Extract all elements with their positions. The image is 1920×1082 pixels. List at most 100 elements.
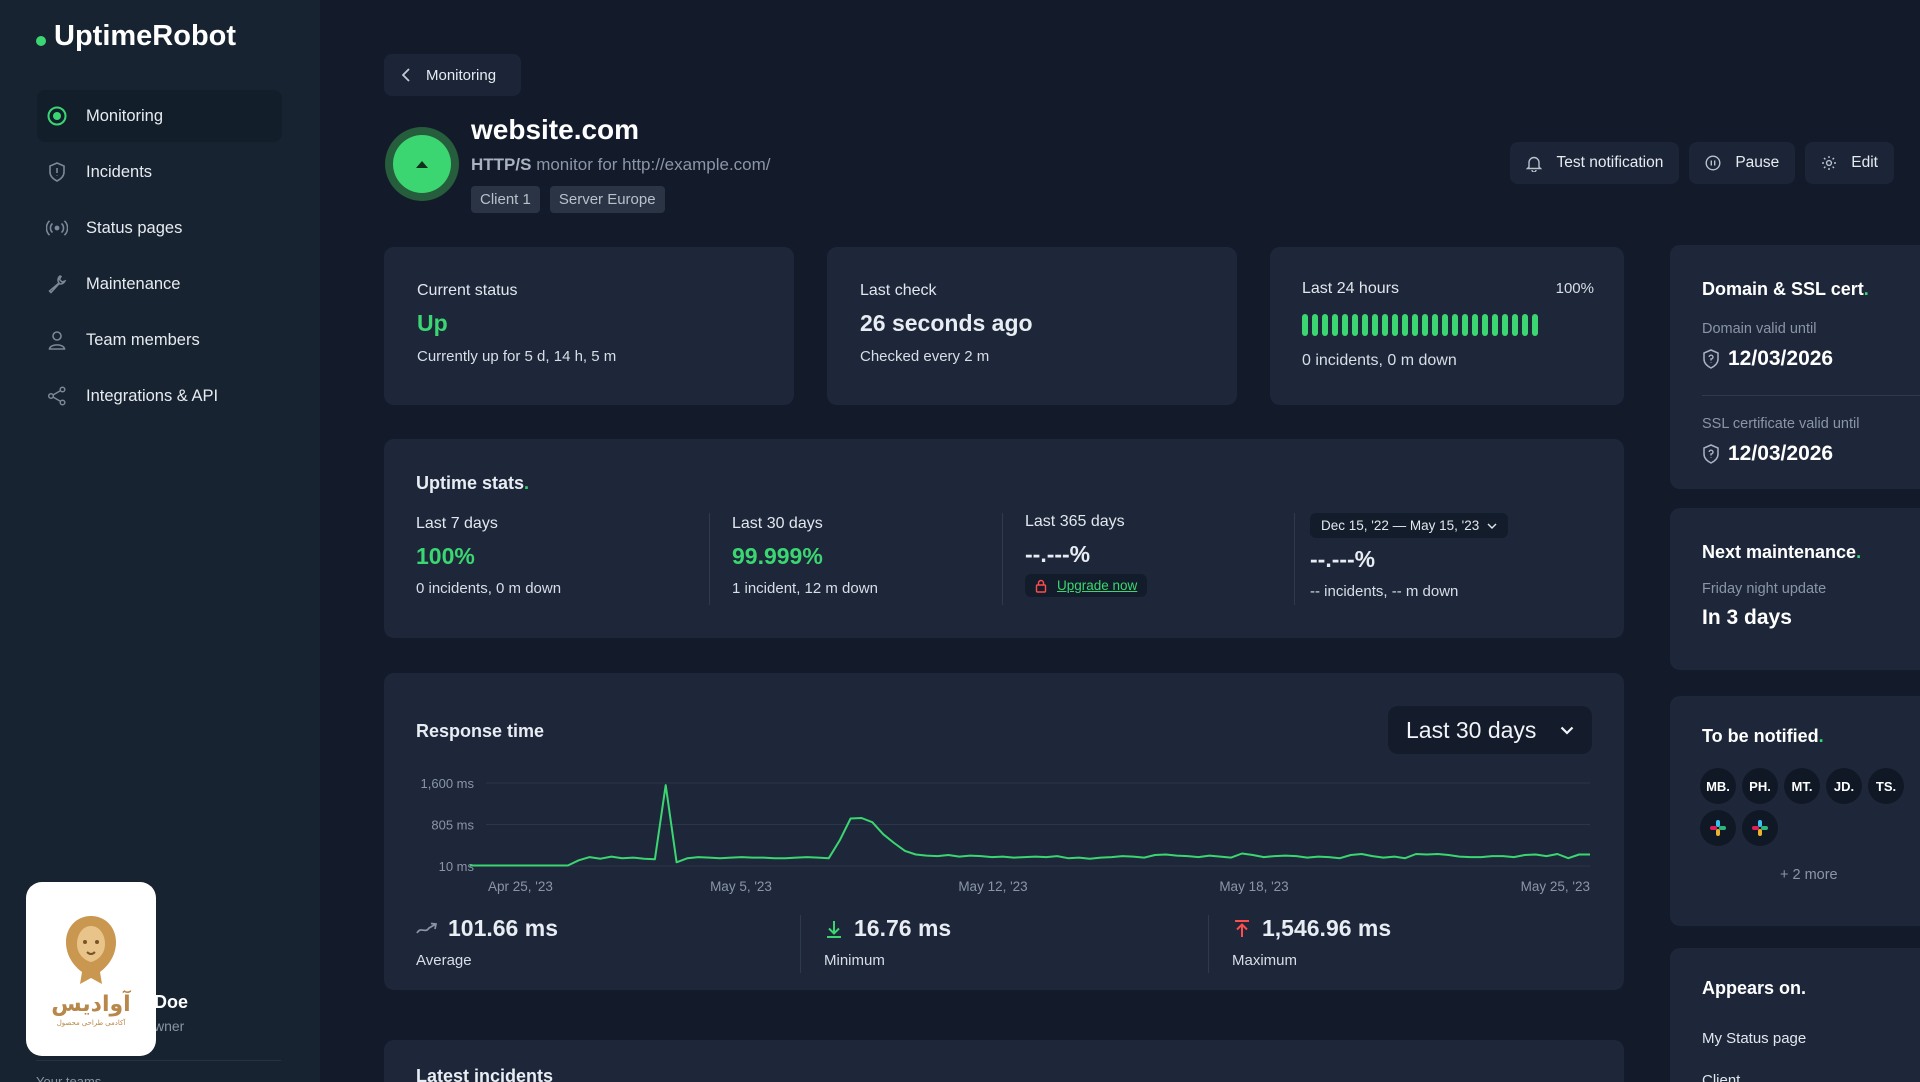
pause-label: Pause [1735,154,1780,171]
pause-icon [1705,155,1721,171]
stat-label: Last 30 days [732,515,823,532]
stat-value: --.---% [1310,546,1376,572]
to-be-notified-title: To be notified. [1702,726,1824,747]
chevron-left-icon [402,68,410,82]
response-time-line [470,784,1590,867]
y-tick-label: 10 ms [439,859,475,874]
uptime-bar[interactable] [1412,314,1418,336]
upgrade-now-link[interactable]: Upgrade now [1025,574,1148,597]
chevron-down-icon [1487,523,1497,529]
average-label: Average [416,952,472,969]
watermark-tagline: آکادمی طراحی محصول [56,1019,126,1027]
average-value: 101.66 ms [448,915,558,941]
stat-divider [800,915,801,973]
user-icon [46,329,68,351]
arrow-up-icon [416,161,428,168]
date-range-dropdown[interactable]: Dec 15, '22 — May 15, '23 [1310,513,1509,538]
sidebar-item-label: Maintenance [86,274,181,293]
uptime-bar[interactable] [1442,314,1448,336]
minimum-label: Minimum [824,952,885,969]
uptime-bar[interactable] [1492,314,1498,336]
sidebar-item-status-pages[interactable]: Status pages [37,202,282,254]
uptime-bar[interactable] [1372,314,1378,336]
broadcast-icon [46,217,68,239]
back-button[interactable]: Monitoring [384,54,521,96]
sidebar-item-label: Team members [86,330,200,349]
current-status-value: Up [417,310,448,336]
pause-button[interactable]: Pause [1689,142,1796,184]
status-page-link[interactable]: Client [1702,1072,1740,1082]
last-24-percent: 100% [1555,280,1594,297]
avatar[interactable]: TS. [1868,768,1904,804]
arrow-down-icon [827,920,841,938]
sidebar-item-integrations[interactable]: Integrations & API [37,370,282,422]
sidebar-item-team-members[interactable]: Team members [37,314,282,366]
uptime-bar[interactable] [1402,314,1408,336]
period-dropdown[interactable]: Last 30 days [1388,706,1592,754]
last-24-label: Last 24 hours [1302,280,1399,297]
uptime-bar[interactable] [1302,314,1308,336]
y-tick-label: 1,600 ms [421,776,475,791]
test-notification-button[interactable]: Test notification [1510,142,1680,184]
uptime-bar[interactable] [1502,314,1508,336]
avatar[interactable]: JD. [1826,768,1862,804]
period-label: Last 30 days [1406,716,1537,743]
appears-on-title-text: Appears on [1702,978,1802,998]
sidebar-item-label: Incidents [86,162,153,181]
slack-icon[interactable] [1742,810,1778,846]
uptime-bar[interactable] [1342,314,1348,336]
uptime-bar[interactable] [1512,314,1518,336]
maximum-value: 1,546.96 ms [1262,915,1392,941]
test-notification-label: Test notification [1556,154,1664,171]
avatar[interactable]: MT. [1784,768,1820,804]
appears-on-card: Appears on. My Status page Client [1670,948,1920,1082]
uptime-bar[interactable] [1522,314,1528,336]
title-dot: . [1856,542,1862,562]
maximum-label: Maximum [1232,952,1298,969]
uptime-bar[interactable] [1452,314,1458,336]
last-check-card: Last check 26 seconds ago Checked every … [827,247,1237,405]
share-nodes-icon [46,385,68,407]
avatar[interactable]: PH. [1742,768,1778,804]
tag-list: Client 1 Server Europe [471,186,665,213]
uptime-bar[interactable] [1422,314,1428,336]
sidebar-item-monitoring[interactable]: Monitoring [37,90,282,142]
stat-value: 100% [416,543,475,569]
latest-incidents-title: Latest incidents [416,1066,554,1082]
to-be-notified-card: To be notified. MB. PH. MT. JD. TS. + 2 … [1670,696,1920,926]
sidebar-item-incidents[interactable]: Incidents [37,146,282,198]
last-24-hours-card: Last 24 hours 100% 0 incidents, 0 m down [1270,247,1624,405]
sidebar-item-maintenance[interactable]: Maintenance [37,258,282,310]
uptime-365-days: Last 365 days --.---% Upgrade now [1025,513,1148,598]
response-time-card: Response time Last 30 days 1,600 ms 805 m… [384,673,1624,990]
uptime-bar[interactable] [1312,314,1318,336]
tag-chip[interactable]: Client 1 [471,186,540,213]
uptime-bar[interactable] [1482,314,1488,336]
edit-button[interactable]: Edit [1805,142,1894,184]
to-be-notified-title-text: To be notified [1702,726,1819,746]
uptime-bar[interactable] [1332,314,1338,336]
sidebar-item-label: Monitoring [86,106,164,125]
avatar[interactable]: MB. [1700,768,1736,804]
uptime-bar[interactable] [1432,314,1438,336]
monitor-type: HTTP/S [471,155,532,174]
uptime-bar[interactable] [1472,314,1478,336]
edit-label: Edit [1851,154,1878,171]
uptime-bar[interactable] [1382,314,1388,336]
uptime-bar[interactable] [1362,314,1368,336]
logo[interactable]: UptimeRobot [36,20,236,53]
uptime-bar[interactable] [1392,314,1398,336]
response-time-title: Response time [416,721,545,741]
uptime-bar[interactable] [1532,314,1538,336]
uptime-bar[interactable] [1462,314,1468,336]
lion-logo-icon [66,915,116,984]
slack-icon[interactable] [1700,810,1736,846]
uptime-bar[interactable] [1322,314,1328,336]
user-name[interactable]: Doe [154,992,188,1013]
more-notified-link[interactable]: + 2 more [1780,867,1838,883]
uptime-bar[interactable] [1352,314,1358,336]
stat-label: Last 365 days [1025,513,1125,530]
status-page-link[interactable]: My Status page [1702,1030,1806,1047]
tag-chip[interactable]: Server Europe [549,186,665,213]
chevron-down-icon [1560,726,1574,735]
